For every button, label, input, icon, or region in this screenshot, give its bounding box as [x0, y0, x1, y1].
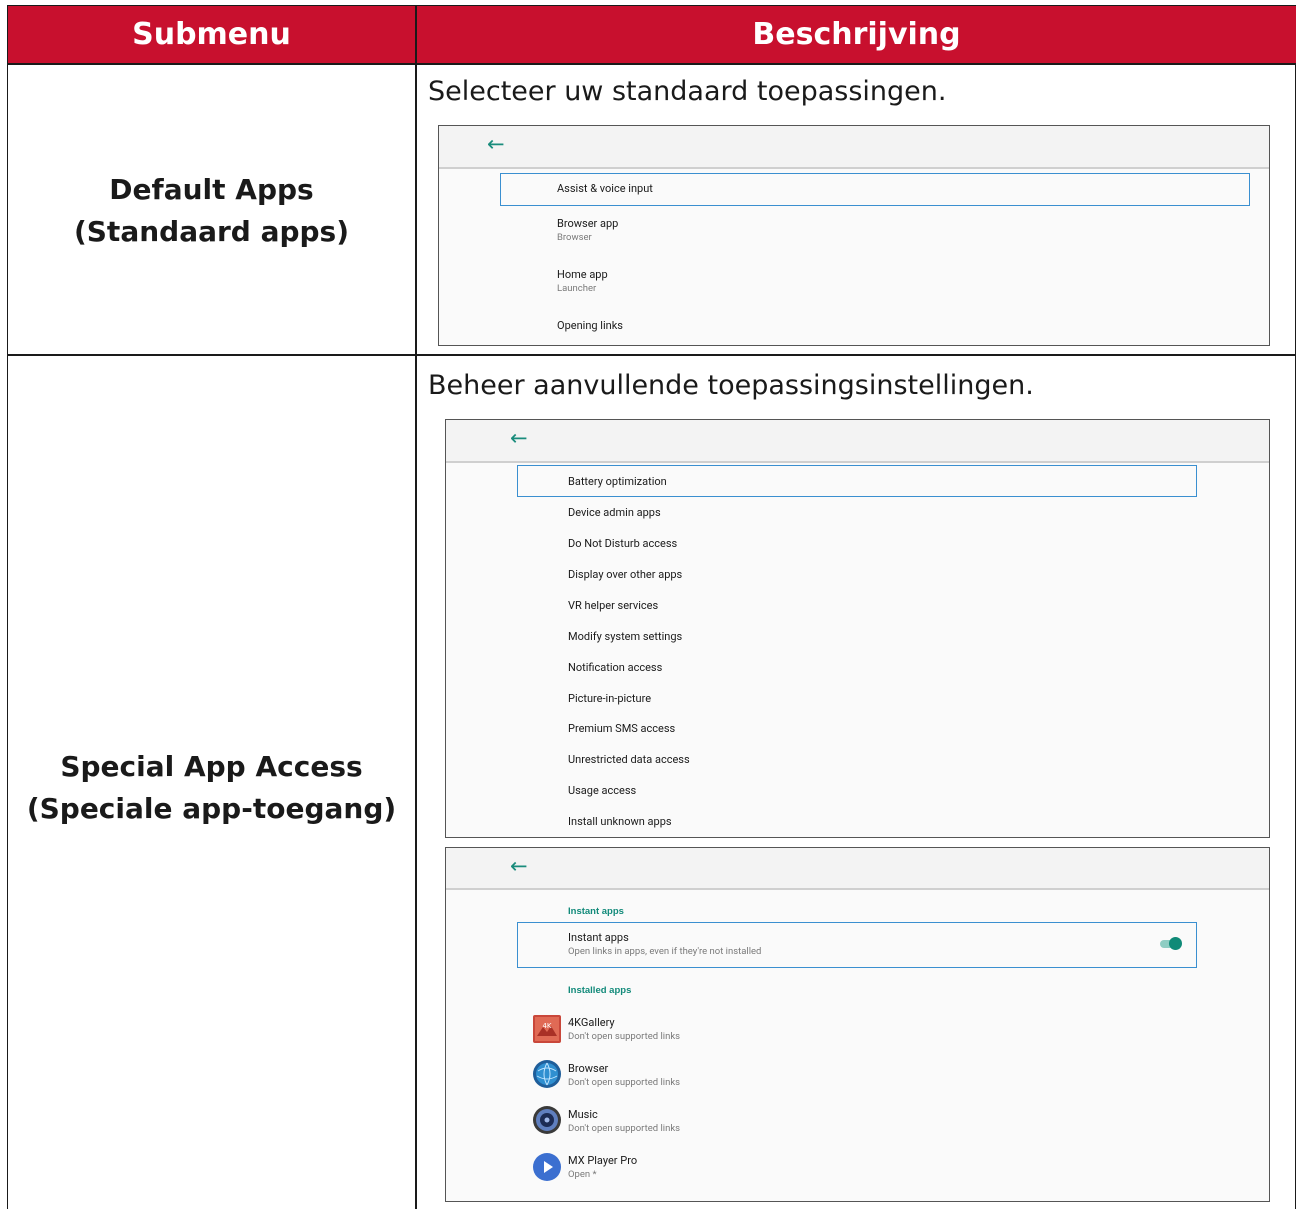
- app-bar: ←: [446, 420, 1269, 463]
- gallery-icon: 4K: [532, 1014, 562, 1044]
- row-special-access-label: Special App Access (Speciale app-toegang…: [8, 746, 415, 830]
- header-divider: [8, 63, 1295, 65]
- default-apps-screen: ← Assist & voice input Browser app Brows…: [438, 125, 1270, 346]
- app-bar: ←: [446, 848, 1269, 890]
- app-bar: ←: [439, 126, 1269, 169]
- list-item-modify-settings[interactable]: Modify system settings: [568, 630, 682, 643]
- instant-apps-item[interactable]: Instant apps Open links in apps, even if…: [568, 931, 761, 957]
- submenu-table: Submenu Beschrijving Default Apps (Stand…: [7, 5, 1296, 1209]
- speaker-icon: [532, 1105, 562, 1135]
- label-line2: (Standaard apps): [73, 215, 350, 248]
- list-item-usage[interactable]: Usage access: [568, 784, 636, 797]
- list-item[interactable]: Home app Launcher: [557, 268, 608, 294]
- svg-text:4K: 4K: [542, 1022, 551, 1030]
- play-icon: [532, 1152, 562, 1182]
- special-access-screen: ← Battery optimization Device admin apps…: [445, 419, 1270, 838]
- list-item[interactable]: Opening links: [557, 319, 623, 332]
- back-arrow-icon[interactable]: ←: [510, 854, 528, 878]
- section-instant-apps: Instant apps: [568, 906, 624, 917]
- label-line2: (Speciale app-toegang): [26, 792, 397, 825]
- list-item-dnd[interactable]: Do Not Disturb access: [568, 537, 677, 550]
- list-item-vr[interactable]: VR helper services: [568, 599, 658, 612]
- column-divider: [415, 6, 417, 1209]
- globe-icon: [532, 1059, 562, 1089]
- label-line1: Default Apps: [109, 173, 314, 206]
- list-item-unknown-apps[interactable]: Install unknown apps: [568, 815, 672, 828]
- list-item-sms[interactable]: Premium SMS access: [568, 722, 675, 735]
- list-item[interactable]: Browser app Browser: [557, 217, 618, 243]
- instant-apps-toggle[interactable]: [1160, 937, 1182, 951]
- list-item-data[interactable]: Unrestricted data access: [568, 753, 690, 766]
- row-default-apps-description: Selecteer uw standaard toepassingen.: [428, 76, 947, 107]
- app-row-music[interactable]: Music Don't open supported links: [568, 1108, 680, 1134]
- app-row-mx-player[interactable]: MX Player Pro Open *: [568, 1154, 637, 1180]
- section-installed-apps: Installed apps: [568, 985, 632, 996]
- back-arrow-icon[interactable]: ←: [510, 426, 528, 450]
- row-divider: [8, 354, 1295, 356]
- list-item-overlay[interactable]: Display over other apps: [568, 568, 682, 581]
- back-arrow-icon[interactable]: ←: [487, 132, 505, 156]
- list-item-device-admin[interactable]: Device admin apps: [568, 506, 661, 519]
- opening-links-screen: ← Instant apps Instant apps Open links i…: [445, 847, 1270, 1202]
- header-submenu: Submenu: [8, 6, 415, 63]
- list-item-battery[interactable]: Battery optimization: [568, 475, 667, 488]
- row-special-access-description: Beheer aanvullende toepassingsinstelling…: [428, 370, 1034, 401]
- label-line1: Special App Access: [60, 750, 363, 783]
- app-row-browser[interactable]: Browser Don't open supported links: [568, 1062, 680, 1088]
- list-item-notification[interactable]: Notification access: [568, 661, 662, 674]
- header-beschrijving: Beschrijving: [416, 6, 1296, 63]
- row-default-apps-label: Default Apps (Standaard apps): [8, 169, 415, 253]
- app-row-4kgallery[interactable]: 4KGallery Don't open supported links: [568, 1016, 680, 1042]
- list-item[interactable]: Assist & voice input: [557, 182, 653, 195]
- list-item-pip[interactable]: Picture-in-picture: [568, 692, 651, 705]
